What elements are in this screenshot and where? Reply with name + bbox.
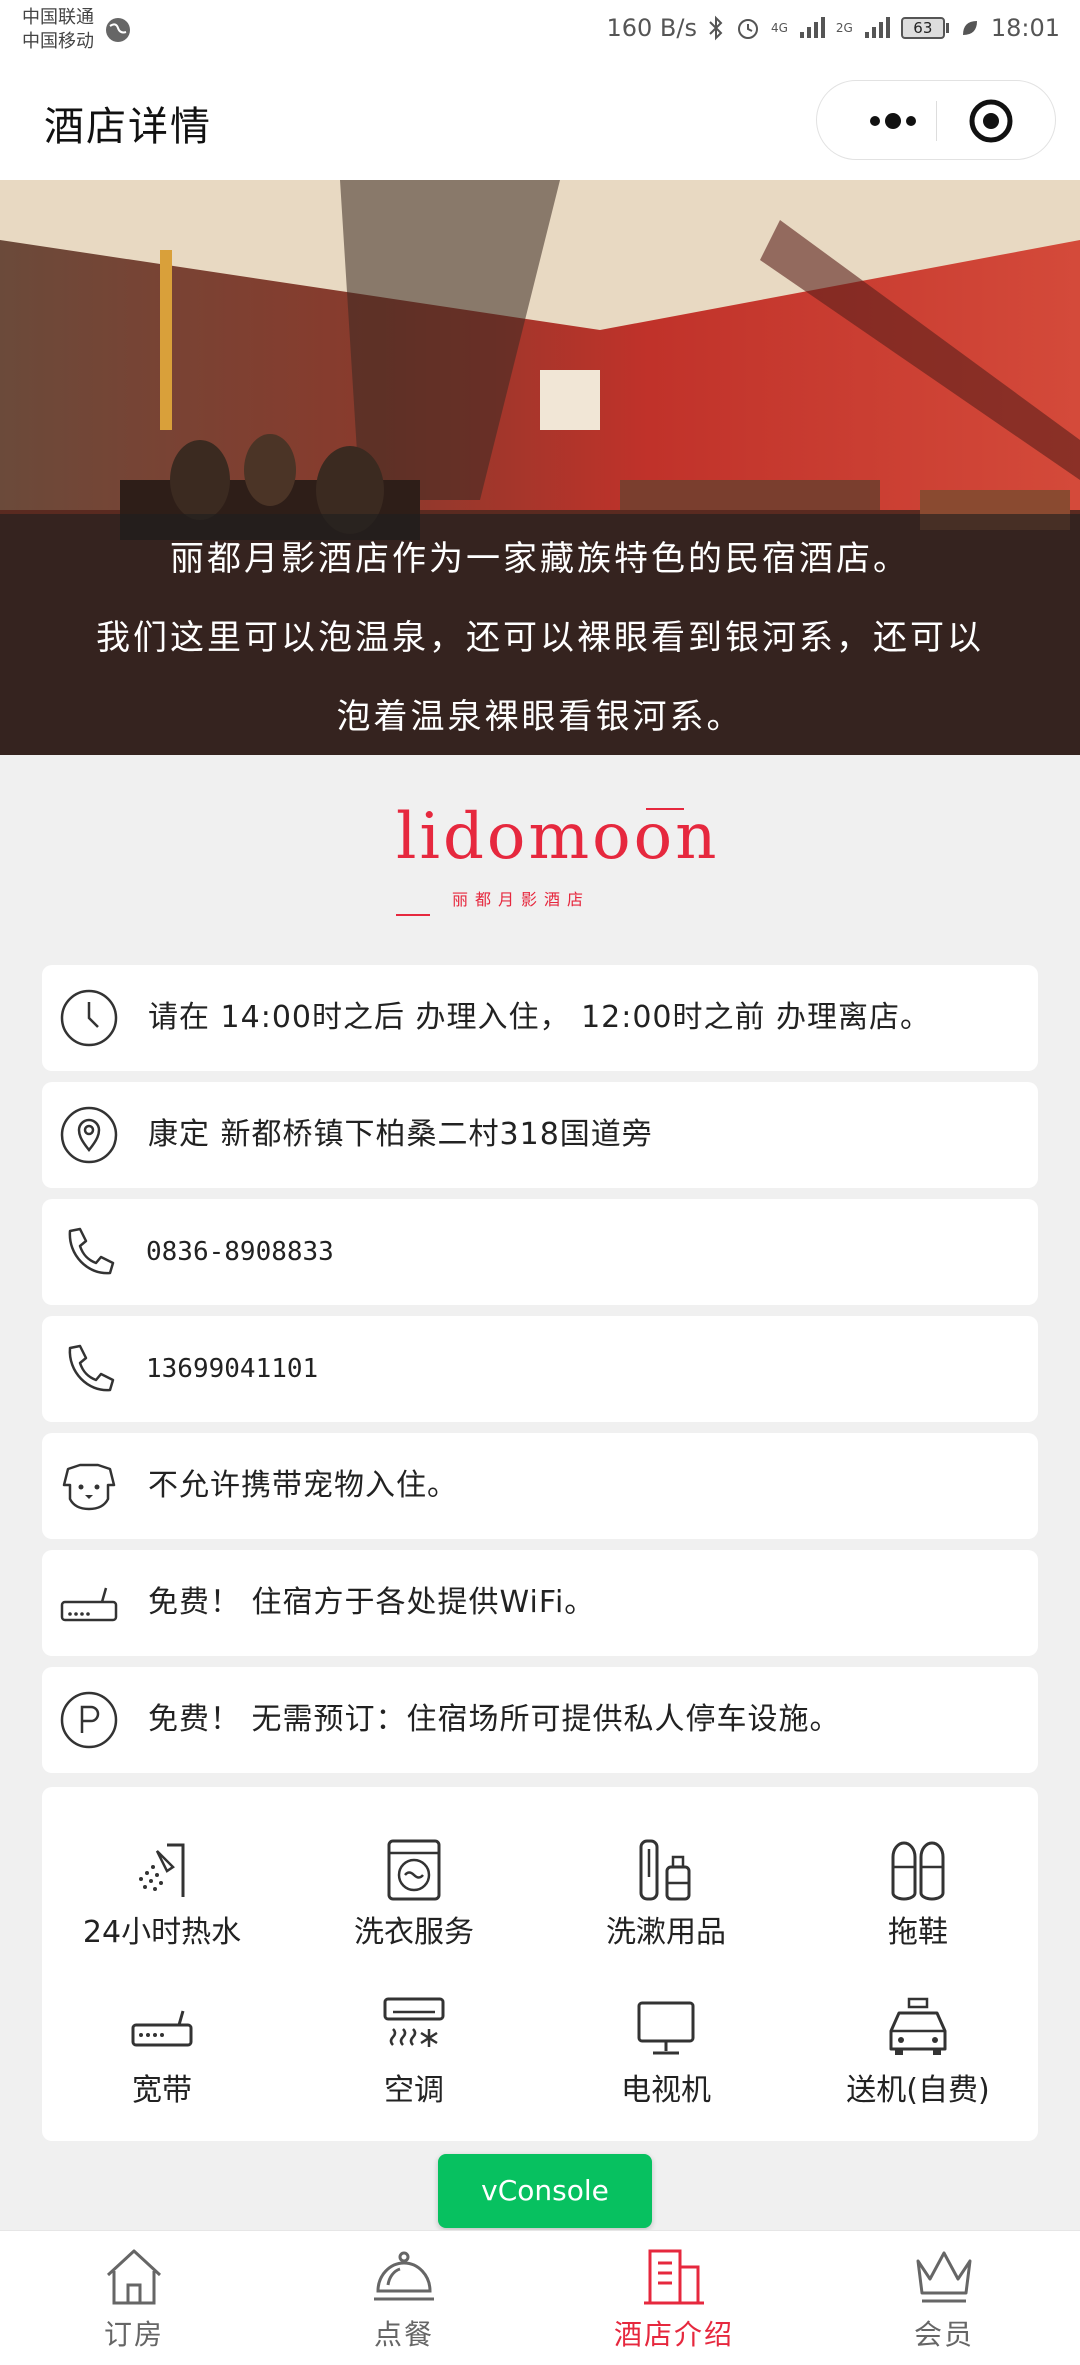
- home-icon: [106, 2249, 162, 2305]
- carrier-2: 中国移动: [22, 31, 94, 52]
- clock: 18:01: [990, 14, 1060, 42]
- washing-machine-icon: [387, 1839, 441, 1901]
- crown-icon: [916, 2251, 972, 2303]
- logo-accent-line-bottom: [396, 914, 430, 916]
- capsule-divider: [936, 101, 937, 141]
- amenity-label: 洗衣服务: [354, 1915, 474, 1950]
- wifi-text: 免费！ 住宿方于各处提供WiFi。: [148, 1585, 596, 1620]
- network-globe-icon: [106, 18, 130, 42]
- amenity-label: 空调: [384, 2073, 444, 2108]
- phone-icon: [68, 1344, 115, 1392]
- phone-card-1[interactable]: 0836-8908833: [42, 1199, 1038, 1305]
- dining-icon: [374, 2251, 434, 2301]
- amenity-tv: 电视机: [566, 1995, 766, 2115]
- tab-bar: 订房 点餐 酒店介绍 会员: [0, 2230, 1080, 2365]
- hero-line-3: 泡着温泉裸眼看银河系。: [336, 697, 744, 737]
- wifi-card: 免费！ 住宿方于各处提供WiFi。: [42, 1550, 1038, 1656]
- bluetooth-icon: [709, 15, 723, 41]
- slippers-icon: [891, 1841, 945, 1901]
- net-speed: 160 B/s: [606, 14, 697, 42]
- signal-2-icon: [864, 17, 890, 38]
- car-icon: [889, 1997, 947, 2055]
- location-pin-icon: [60, 1106, 118, 1164]
- hero-line-1: 丽都月影酒店作为一家藏族特色的民宿酒店。: [170, 539, 910, 579]
- tab-label: 订房: [103, 2318, 164, 2351]
- amenity-label: 送机(自费): [846, 2073, 990, 2108]
- amenity-slippers: 拖鞋: [818, 1837, 1018, 1957]
- logo-subtitle: 丽都月影酒店: [452, 890, 591, 909]
- pets-text: 不允许携带宠物入住。: [148, 1468, 458, 1503]
- building-icon: [644, 2249, 704, 2305]
- amenity-airport-transfer: 送机(自费): [818, 1995, 1018, 2115]
- tab-label: 会员: [913, 2318, 974, 2351]
- parking-text: 免费！ 无需预订：住宿场所可提供私人停车设施。: [148, 1702, 841, 1737]
- phone-2-text: 13699041101: [146, 1354, 319, 1384]
- amenity-toiletries: 洗漱用品: [566, 1837, 766, 1957]
- amenity-label: 宽带: [132, 2073, 192, 2108]
- page-title: 酒店详情: [44, 104, 212, 150]
- air-conditioner-icon: [383, 1997, 445, 2047]
- amenity-broadband: 宽带: [62, 1995, 262, 2115]
- amenities-grid: 24小时热水 洗衣服务 洗漱用品 拖鞋 宽带 空调 电视机 送机(自费): [42, 1787, 1038, 2141]
- tv-icon: [637, 2001, 695, 2055]
- tab-booking[interactable]: 订房: [54, 2245, 214, 2365]
- status-indicators: 160 B/s 4G 2G 63 18:01: [606, 14, 1060, 42]
- dog-icon: [62, 1463, 116, 1511]
- parking-icon: [60, 1691, 118, 1749]
- status-bar: 中国联通 中国移动 160 B/s 4G 2G 63 18:01: [0, 0, 1080, 62]
- tab-label: 酒店介绍: [613, 2318, 734, 2351]
- checkin-text: 请在 14:00时之后 办理入住， 12:00时之前 办理离店。: [148, 1000, 932, 1035]
- tab-dining[interactable]: 点餐: [324, 2245, 484, 2365]
- alarm-icon: [737, 19, 758, 39]
- more-icon[interactable]: [853, 101, 933, 141]
- mini-program-capsule: [816, 80, 1056, 160]
- amenity-label: 24小时热水: [82, 1915, 242, 1950]
- amenity-laundry: 洗衣服务: [314, 1837, 514, 1957]
- hero-line-2: 我们这里可以泡温泉，还可以裸眼看到银河系，还可以: [96, 618, 984, 658]
- checkin-card: 请在 14:00时之后 办理入住， 12:00时之前 办理离店。: [42, 965, 1038, 1071]
- amenity-label: 拖鞋: [888, 1915, 948, 1950]
- net-type-1: 4G: [770, 21, 788, 35]
- router-icon: [131, 2010, 193, 2047]
- amenity-label: 洗漱用品: [606, 1915, 726, 1950]
- vconsole-button[interactable]: vConsole: [438, 2154, 652, 2228]
- toiletries-icon: [639, 1839, 691, 1901]
- amenity-hot-water: 24小时热水: [62, 1837, 262, 1957]
- carrier-1: 中国联通: [22, 7, 94, 28]
- net-type-2: 2G: [835, 21, 853, 35]
- hotel-hero-image: 丽都月影酒店作为一家藏族特色的民宿酒店。 我们这里可以泡温泉，还可以裸眼看到银河…: [0, 180, 1080, 755]
- leaf-icon: [962, 21, 977, 35]
- phone-card-2[interactable]: 13699041101: [42, 1316, 1038, 1422]
- tab-hotel-intro[interactable]: 酒店介绍: [594, 2245, 754, 2365]
- carrier-info: 中国联通 中国移动: [22, 6, 94, 54]
- close-target-icon[interactable]: [967, 97, 1015, 145]
- address-card[interactable]: 康定 新都桥镇下柏桑二村318国道旁: [42, 1082, 1038, 1188]
- address-text: 康定 新都桥镇下柏桑二村318国道旁: [148, 1117, 653, 1152]
- logo-name: lidomoon: [396, 800, 720, 874]
- hotel-logo: lidomoon 丽都月影酒店: [390, 800, 716, 920]
- clock-icon: [60, 989, 118, 1047]
- phone-icon: [68, 1227, 115, 1275]
- amenity-label: 电视机: [621, 2073, 711, 2108]
- parking-card: 免费！ 无需预订：住宿场所可提供私人停车设施。: [42, 1667, 1038, 1773]
- nav-bar: 酒店详情: [0, 62, 1080, 180]
- tab-label: 点餐: [373, 2318, 434, 2351]
- battery-indicator: 63: [900, 17, 949, 39]
- phone-1-text: 0836-8908833: [146, 1237, 334, 1267]
- signal-1-icon: [799, 17, 825, 38]
- router-icon: [60, 1587, 118, 1622]
- hotel-intro: 丽都月影酒店作为一家藏族特色的民宿酒店。 我们这里可以泡温泉，还可以裸眼看到银河…: [40, 520, 1040, 755]
- shower-icon: [139, 1843, 185, 1897]
- battery-level: 63: [900, 17, 945, 39]
- amenity-air-conditioning: 空调: [314, 1995, 514, 2115]
- pets-card: 不允许携带宠物入住。: [42, 1433, 1038, 1539]
- tab-member[interactable]: 会员: [864, 2245, 1024, 2365]
